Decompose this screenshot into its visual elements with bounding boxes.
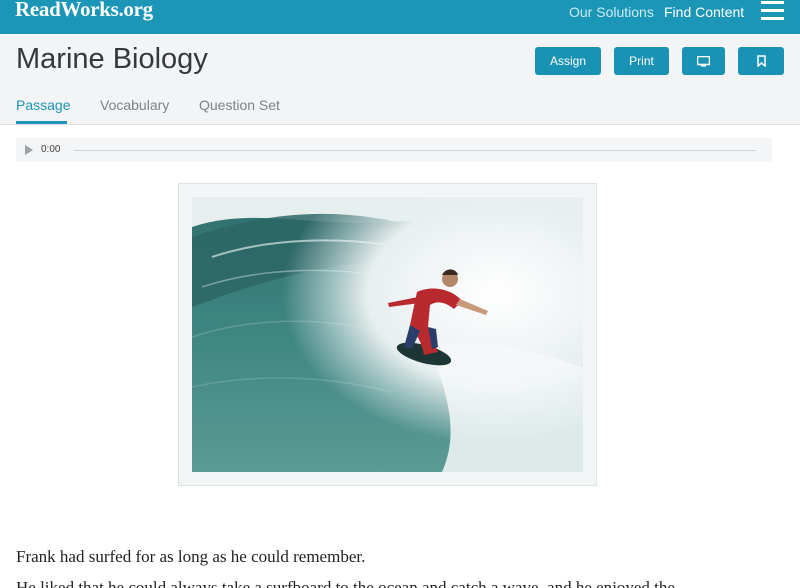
page-header: Marine Biology Assign Print Passage Voca… xyxy=(0,34,800,125)
present-button[interactable] xyxy=(682,47,725,75)
tab-vocabulary[interactable]: Vocabulary xyxy=(100,97,169,113)
audio-progress-track[interactable] xyxy=(74,150,756,151)
audio-time: 0:00 xyxy=(41,144,61,155)
page-title: Marine Biology xyxy=(16,43,208,75)
surfer-photo xyxy=(192,197,583,472)
passage-second-line: He liked that he could always take a sur… xyxy=(16,578,675,588)
passage-first-line: Frank had surfed for as long as he could… xyxy=(16,547,366,566)
print-button[interactable]: Print xyxy=(614,47,669,75)
tab-passage[interactable]: Passage xyxy=(16,97,70,113)
assign-button[interactable]: Assign xyxy=(535,47,601,75)
monitor-icon xyxy=(697,55,710,67)
readworks-logo[interactable]: ReadWorks.org xyxy=(15,0,153,22)
nav-find-content[interactable]: Find Content xyxy=(664,4,744,20)
bookmark-icon xyxy=(756,55,766,67)
passage-image-frame xyxy=(178,183,597,486)
top-navbar: ReadWorks.org Our Solutions Find Content xyxy=(0,0,800,34)
nav-our-solutions[interactable]: Our Solutions xyxy=(569,4,654,20)
play-icon[interactable] xyxy=(25,145,33,155)
audio-player: 0:00 xyxy=(16,138,772,162)
bookmark-button[interactable] xyxy=(738,47,784,75)
active-tab-indicator xyxy=(16,121,67,124)
tab-question-set[interactable]: Question Set xyxy=(199,97,280,113)
menu-icon[interactable] xyxy=(761,1,784,21)
